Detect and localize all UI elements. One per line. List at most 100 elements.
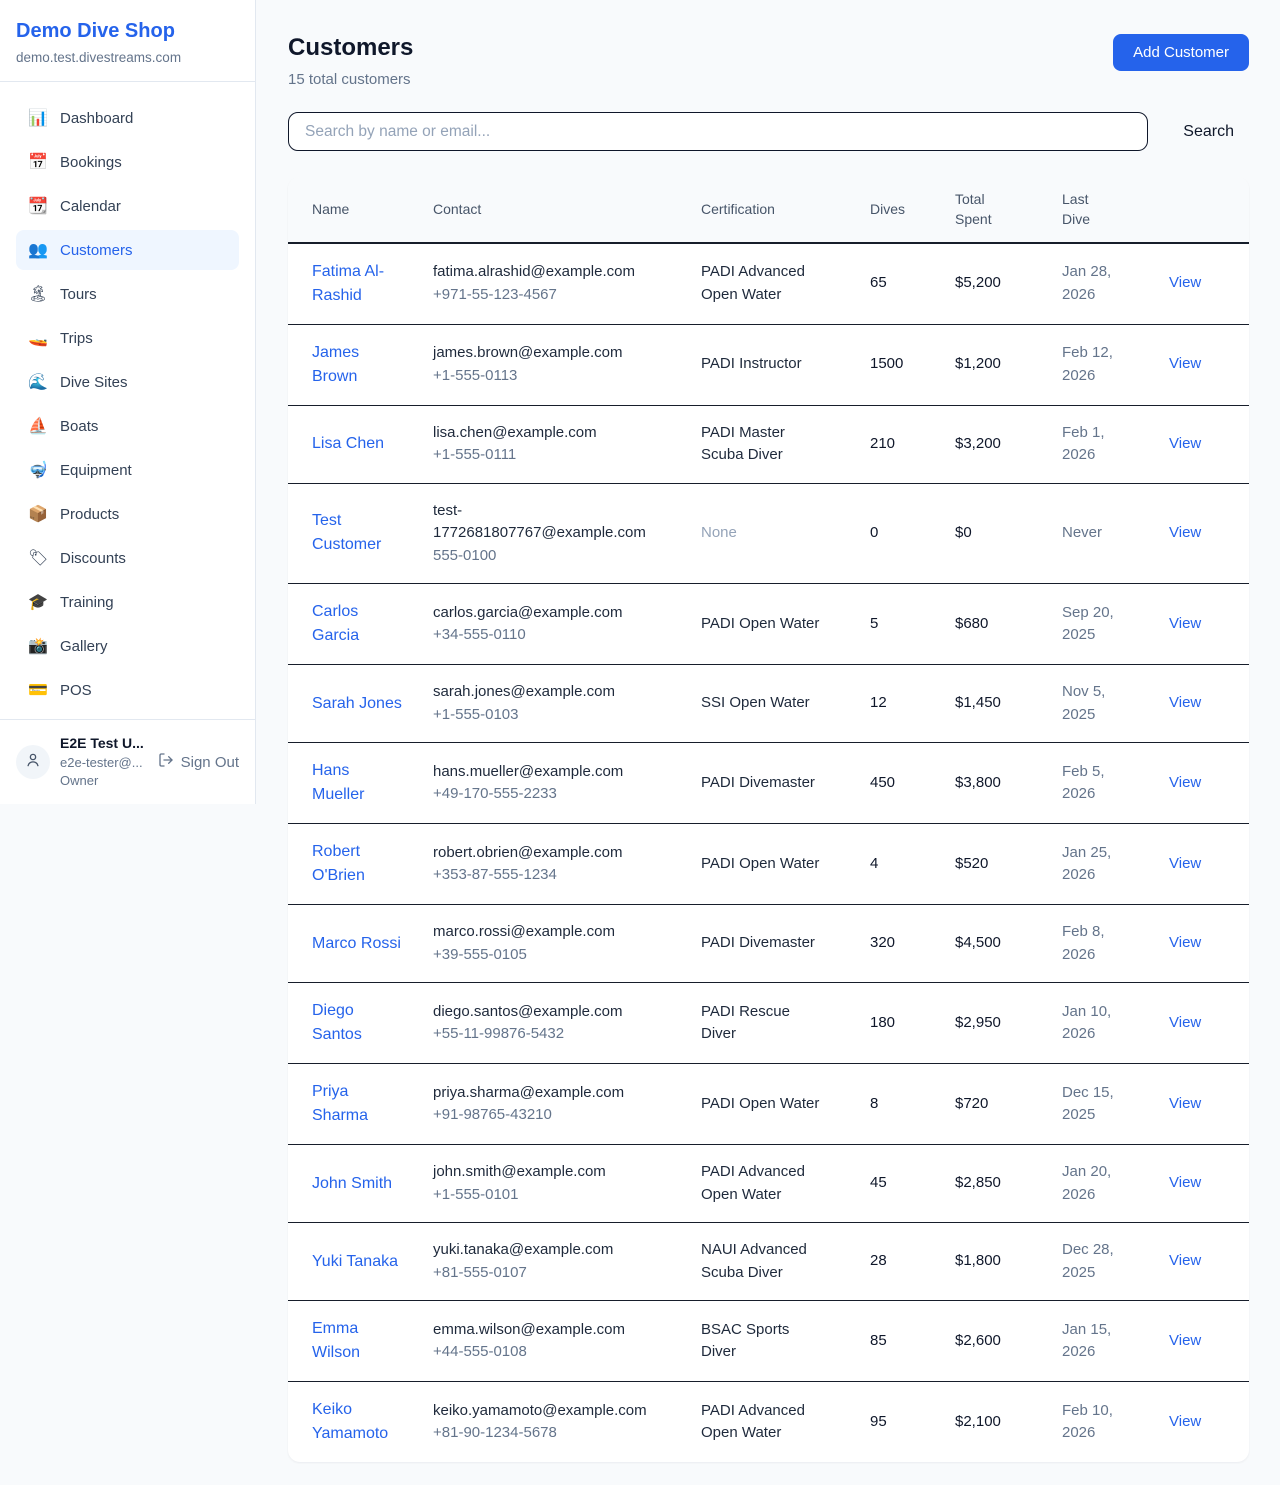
view-customer-link[interactable]: View [1169,1413,1201,1430]
last-dive-cell: Jan 15, 2026 [1062,1301,1169,1382]
sidebar-item-pos[interactable]: 💳POS [16,670,239,710]
last-dive-value: Feb 10, 2026 [1062,1400,1136,1445]
view-customer-link[interactable]: View [1169,1252,1201,1269]
view-customer-link[interactable]: View [1169,524,1201,541]
customer-name-link[interactable]: Robert O'Brien [312,840,404,888]
view-customer-link[interactable]: View [1169,855,1201,872]
customer-email: hans.mueller@example.com [433,761,663,784]
total-spent-cell: $1,800 [955,1223,1062,1301]
customer-name-link[interactable]: Diego Santos [312,999,404,1047]
customer-name-link[interactable]: Carlos Garcia [312,600,404,648]
name-cell: James Brown [288,324,433,405]
customer-email: john.smith@example.com [433,1161,663,1184]
sidebar-item-dive-sites[interactable]: 🌊Dive Sites [16,362,239,402]
camera-flash-icon: 📸 [28,636,48,656]
sidebar-item-bookings[interactable]: 📅Bookings [16,142,239,182]
sidebar-item-calendar[interactable]: 📆Calendar [16,186,239,226]
table-row: Priya Sharmapriya.sharma@example.com+91-… [288,1064,1249,1145]
column-header-contact: Contact [433,177,701,243]
contact-cell: test-1772681807767@example.com555-0100 [433,483,701,584]
customer-email: marco.rossi@example.com [433,921,663,944]
view-customer-link[interactable]: View [1169,355,1201,372]
table-row: Sarah Jonessarah.jones@example.com+1-555… [288,665,1249,743]
customer-name-link[interactable]: Fatima Al-Rashid [312,260,404,308]
certification-cell: PADI Advanced Open Water [701,243,870,325]
column-header-actions [1169,177,1249,243]
customer-name-link[interactable]: Marco Rossi [312,932,401,956]
speedboat-icon: 🚤 [28,328,48,348]
view-customer-link[interactable]: View [1169,1174,1201,1191]
view-customer-link[interactable]: View [1169,1014,1201,1031]
customer-email: robert.obrien@example.com [433,842,663,865]
customer-name-link[interactable]: Test Customer [312,509,404,557]
sidebar-item-trips[interactable]: 🚤Trips [16,318,239,358]
sidebar-item-training[interactable]: 🎓Training [16,582,239,622]
dives-cell: 45 [870,1145,955,1223]
label-tag-icon: 🏷 [28,548,48,568]
total-spent-value: $720 [955,1095,988,1112]
search-input[interactable] [288,112,1148,151]
add-customer-button[interactable]: Add Customer [1113,34,1249,71]
total-spent-value: $3,800 [955,774,1001,791]
customer-phone: +81-90-1234-5678 [433,1422,689,1445]
view-customer-link[interactable]: View [1169,615,1201,632]
sidebar-item-discounts[interactable]: 🏷Discounts [16,538,239,578]
customer-phone: 555-0100 [433,545,689,568]
customer-name-link[interactable]: James Brown [312,341,404,389]
customer-name-link[interactable]: Priya Sharma [312,1080,404,1128]
total-spent-value: $0 [955,524,972,541]
customer-name-link[interactable]: Sarah Jones [312,692,402,716]
sidebar-item-products[interactable]: 📦Products [16,494,239,534]
customer-name-link[interactable]: Hans Mueller [312,759,404,807]
view-customer-link[interactable]: View [1169,694,1201,711]
customer-name-link[interactable]: Keiko Yamamoto [312,1398,404,1446]
dives-cell: 4 [870,824,955,905]
customer-name-link[interactable]: Lisa Chen [312,432,384,456]
view-customer-link[interactable]: View [1169,1095,1201,1112]
user-info: E2E Test U... e2e-tester@... Owner [60,734,148,790]
dives-value: 1500 [870,355,903,372]
customer-email: yuki.tanaka@example.com [433,1239,663,1262]
view-customer-link[interactable]: View [1169,1332,1201,1349]
view-customer-link[interactable]: View [1169,934,1201,951]
table-row: Yuki Tanakayuki.tanaka@example.com+81-55… [288,1223,1249,1301]
actions-cell: View [1169,584,1249,665]
table-header-row: NameContactCertificationDivesTotal Spent… [288,177,1249,243]
contact-cell: robert.obrien@example.com+353-87-555-123… [433,824,701,905]
customer-phone: +353-87-555-1234 [433,864,689,887]
dives-value: 0 [870,524,878,541]
search-button[interactable]: Search [1148,112,1234,151]
view-customer-link[interactable]: View [1169,435,1201,452]
last-dive-value: Never [1062,522,1102,545]
sidebar-item-tours[interactable]: 🏝Tours [16,274,239,314]
view-customer-link[interactable]: View [1169,774,1201,791]
customer-name-link[interactable]: Yuki Tanaka [312,1250,398,1274]
sign-out-label: Sign Out [181,754,239,771]
last-dive-cell: Never [1062,483,1169,584]
customer-email: carlos.garcia@example.com [433,602,663,625]
contact-cell: carlos.garcia@example.com+34-555-0110 [433,584,701,665]
certification-cell: None [701,483,870,584]
customer-email: sarah.jones@example.com [433,681,663,704]
sidebar-item-customers[interactable]: 👥Customers [16,230,239,270]
last-dive-cell: Jan 20, 2026 [1062,1145,1169,1223]
customers-table: NameContactCertificationDivesTotal Spent… [288,177,1249,1462]
sidebar-item-equipment[interactable]: 🤿Equipment [16,450,239,490]
sidebar-item-label: Equipment [60,462,132,479]
name-cell: Keiko Yamamoto [288,1382,433,1463]
sidebar-item-label: Dashboard [60,110,133,127]
sidebar-item-gallery[interactable]: 📸Gallery [16,626,239,666]
total-spent-cell: $2,850 [955,1145,1062,1223]
customer-name-link[interactable]: John Smith [312,1172,392,1196]
sign-out-icon [158,752,174,772]
brand-header: Demo Dive Shop demo.test.divestreams.com [0,0,255,82]
sign-out-button[interactable]: Sign Out [158,752,239,772]
certification-value: PADI Rescue Diver [701,1001,823,1046]
sidebar-item-boats[interactable]: ⛵Boats [16,406,239,446]
sidebar-item-dashboard[interactable]: 📊Dashboard [16,98,239,138]
dives-value: 28 [870,1252,887,1269]
view-customer-link[interactable]: View [1169,274,1201,291]
customer-name-link[interactable]: Emma Wilson [312,1317,404,1365]
certification-value: NAUI Advanced Scuba Diver [701,1239,823,1284]
sidebar-item-label: Tours [60,286,97,303]
